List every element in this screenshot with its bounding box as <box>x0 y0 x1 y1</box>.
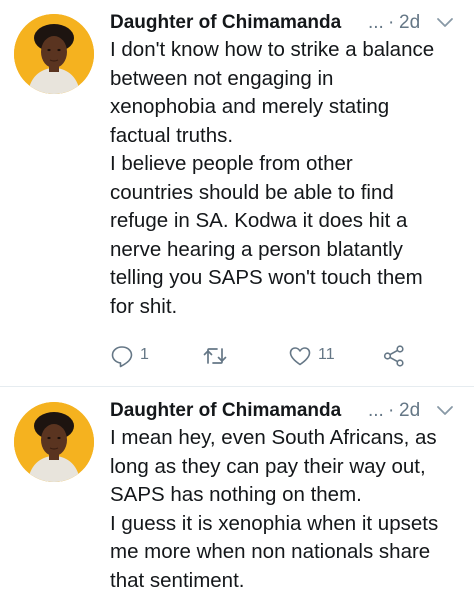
reply-button[interactable]: 1 <box>110 342 160 370</box>
retweet-icon <box>203 348 227 364</box>
avatar[interactable] <box>14 402 94 482</box>
tweet-text-line: xenophobia and merely stating <box>110 95 390 118</box>
tweet-text: I don't know how to strike a balance bet… <box>110 36 470 321</box>
like-button[interactable]: 11 <box>288 342 348 370</box>
tweet-text-line: SAPS has nothing on them. <box>110 483 362 506</box>
separator-dot: · <box>388 400 395 421</box>
tweet-text-line: telling you SAPS won't touch them <box>110 266 423 289</box>
tweet-text-line: I don't know how to strike a balance <box>110 38 435 61</box>
retweet-button[interactable] <box>202 342 232 370</box>
tweet-divider <box>0 386 474 387</box>
tweet-header: Daughter of Chimamanda ... · 2d <box>110 400 462 426</box>
tweet[interactable]: Daughter of Chimamanda ... · 2d I mean h… <box>0 388 474 604</box>
reply-icon <box>111 346 133 368</box>
avatar-image <box>14 402 94 482</box>
separator-dot: · <box>388 12 395 33</box>
like-count: 11 <box>318 346 335 363</box>
tweet-actions: 1 11 <box>110 342 450 370</box>
name-truncation: ... <box>368 12 384 33</box>
tweet-text-line: factual truths. <box>110 123 234 147</box>
reply-count: 1 <box>140 346 149 363</box>
tweet-text-line: countries should be able to find <box>110 180 394 204</box>
avatar-image <box>14 14 94 94</box>
tweet-text-line: between not engaging in <box>110 66 334 90</box>
tweet-text-line: long as they can pay their way out, <box>110 454 426 478</box>
tweet-text-line: for shit. <box>110 294 178 318</box>
tweet-text: I mean hey, even South Africans, as long… <box>110 424 470 595</box>
tweet-text-line: me more when non nationals share <box>110 540 431 563</box>
author-name[interactable]: Daughter of Chimamanda <box>110 400 341 422</box>
tweet-text-line: I guess it is xenophia when it upsets <box>110 511 439 535</box>
tweet-text-line: refuge in SA. Kodwa it does hit a <box>110 209 408 232</box>
heart-icon <box>289 347 311 366</box>
author-name[interactable]: Daughter of Chimamanda <box>110 12 341 34</box>
chevron-down-icon[interactable] <box>436 404 454 418</box>
tweet-text-line: that sentiment. <box>110 568 245 592</box>
tweet-text-line: I believe people from other <box>110 152 353 175</box>
timestamp[interactable]: 2d <box>399 400 420 422</box>
chevron-down-icon[interactable] <box>436 16 454 30</box>
share-icon <box>383 345 404 367</box>
tweet[interactable]: Daughter of Chimamanda ... · 2d I don't … <box>0 0 474 388</box>
avatar[interactable] <box>14 14 94 94</box>
share-button[interactable] <box>382 342 412 370</box>
tweet-text-line: I mean hey, even South Africans, as <box>110 426 437 449</box>
timestamp[interactable]: 2d <box>399 12 420 34</box>
tweet-header: Daughter of Chimamanda ... · 2d <box>110 12 462 38</box>
name-truncation: ... <box>368 400 384 421</box>
tweet-text-line: nerve hearing a person blatantly <box>110 237 403 261</box>
